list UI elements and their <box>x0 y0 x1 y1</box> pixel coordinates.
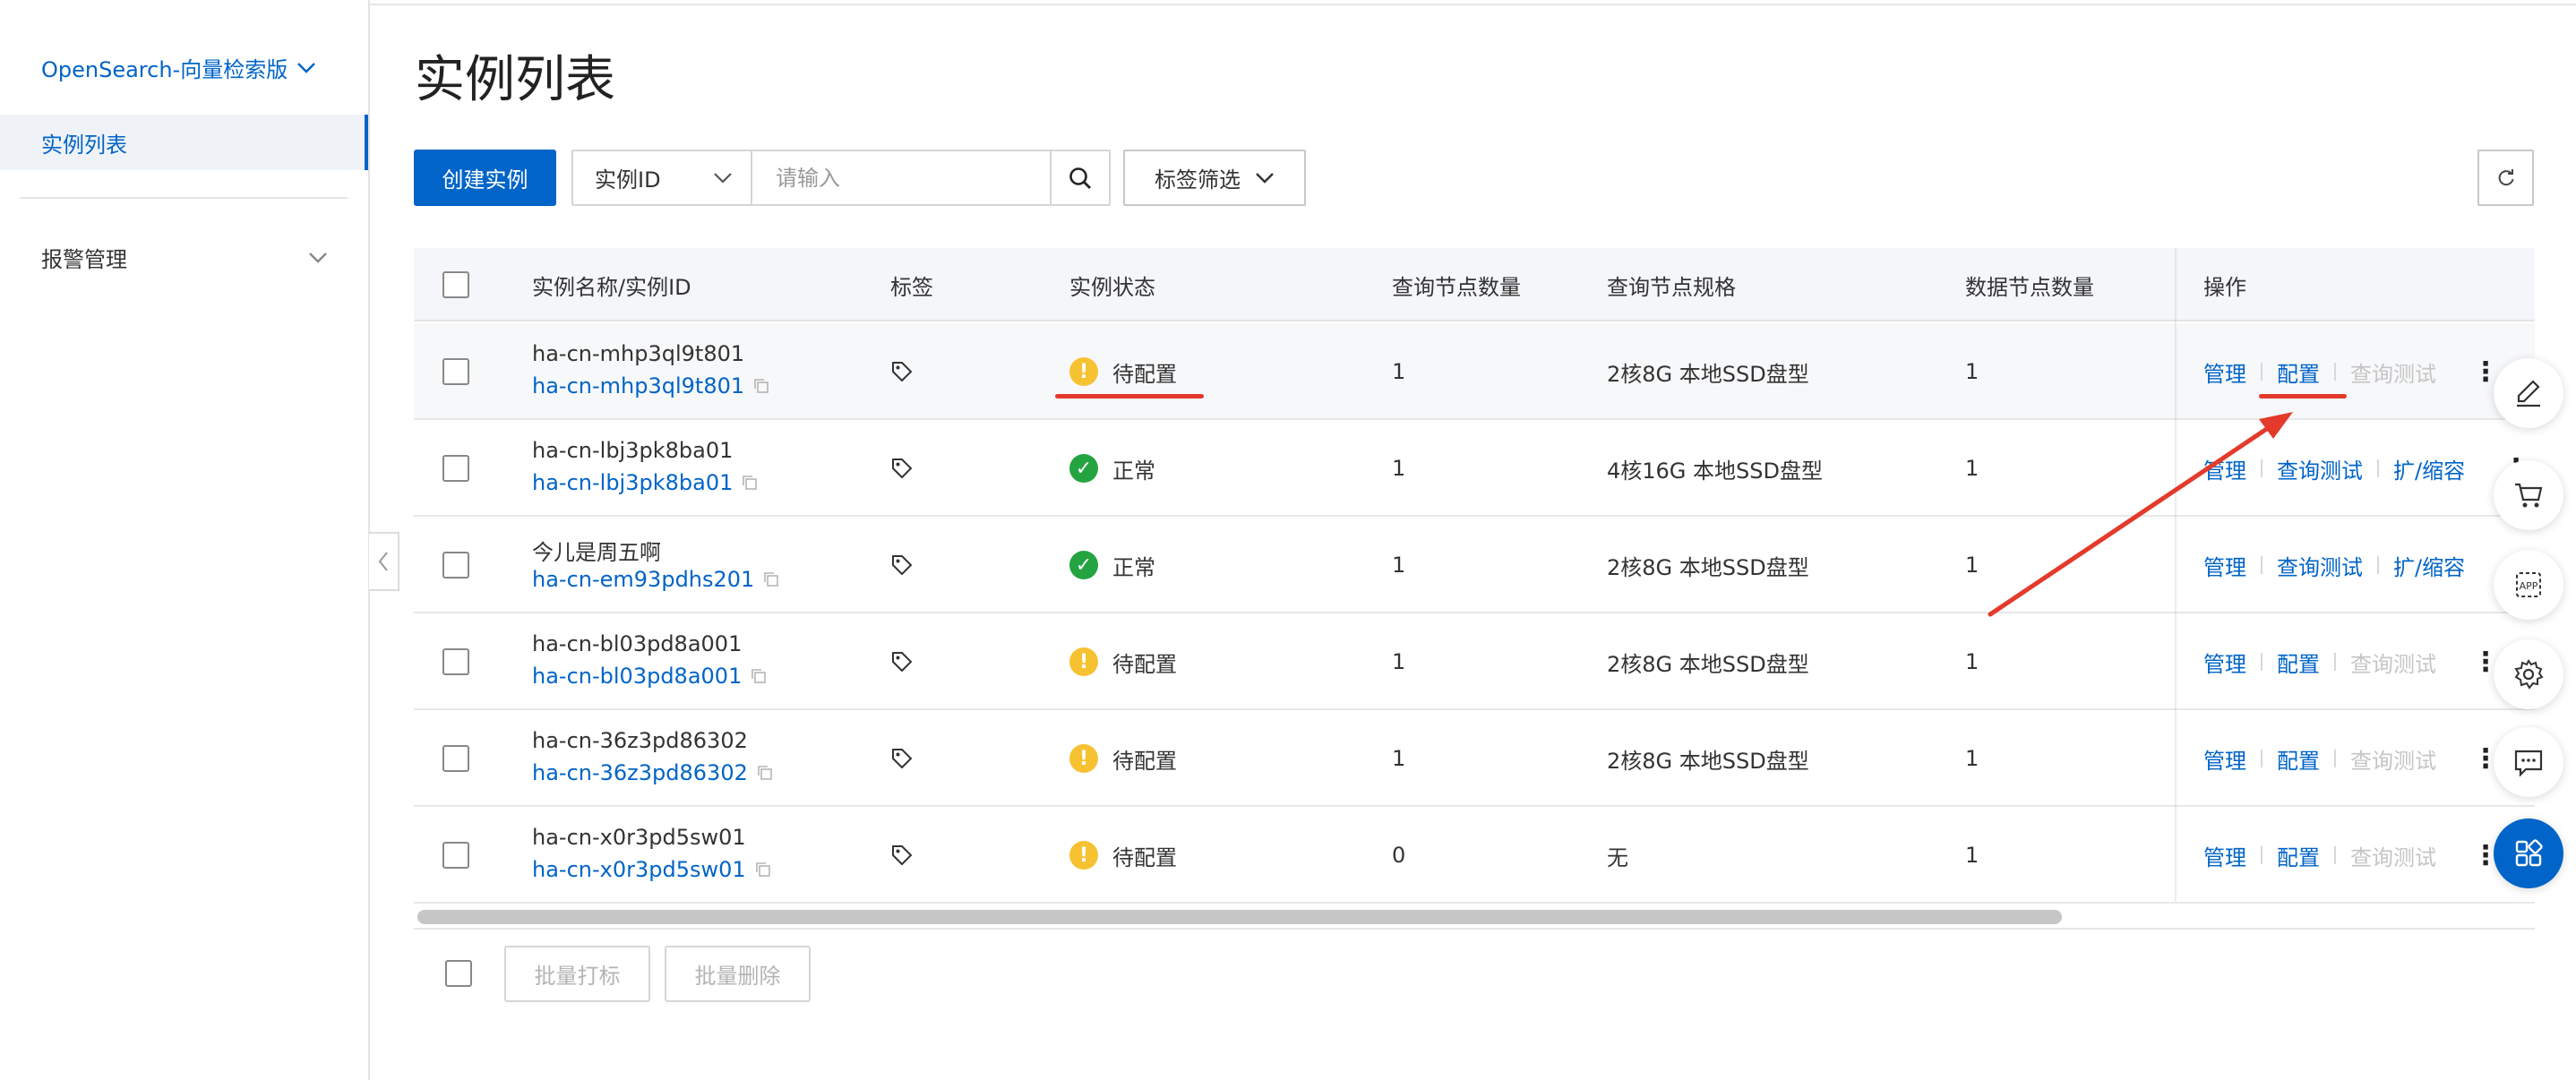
annotation-arrow <box>1988 412 2293 617</box>
